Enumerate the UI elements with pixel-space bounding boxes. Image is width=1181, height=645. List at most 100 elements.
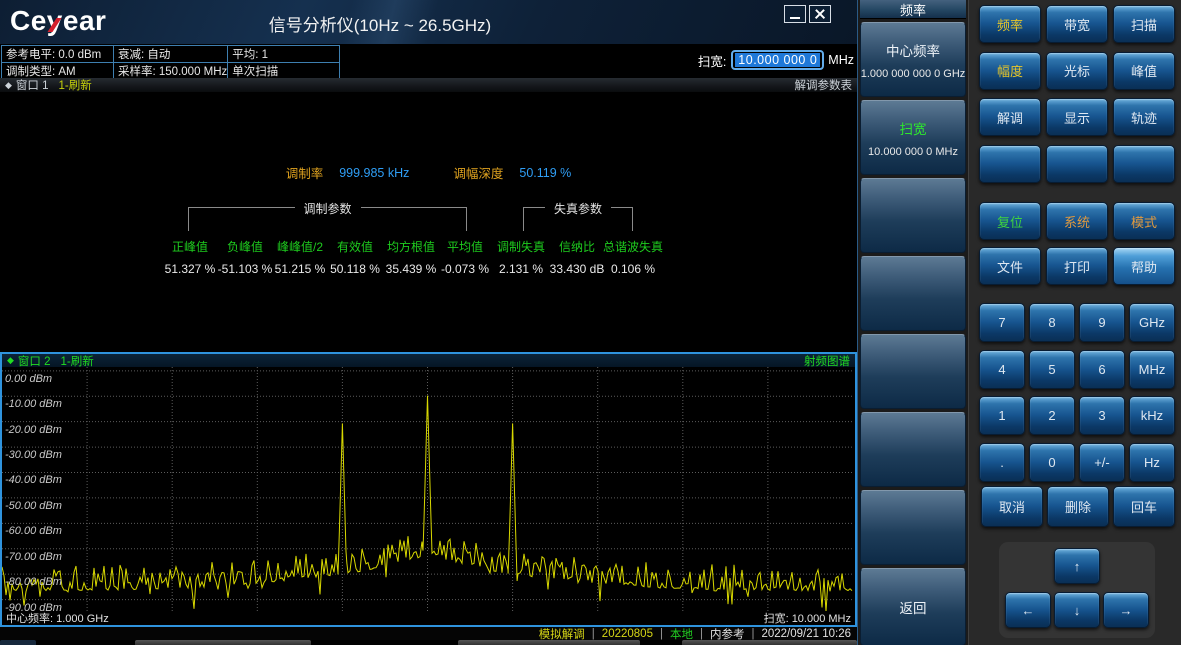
key-3[interactable]: 3: [1079, 396, 1125, 435]
softkey-menu: 频率 中心频率1.000 000 000 0 GHz扫宽10.000 000 0…: [857, 0, 968, 645]
key-取消[interactable]: 取消: [981, 486, 1043, 527]
key-光标[interactable]: 光标: [1046, 52, 1108, 90]
param-name: 有效值: [337, 238, 373, 255]
taskbar-item[interactable]: [0, 640, 36, 645]
window2-header[interactable]: ◆ 窗口 2 1-刷新 射频图谱: [2, 354, 855, 367]
key-1[interactable]: 1: [979, 396, 1025, 435]
titlebar: Ceyear 信号分析仪(10Hz ~ 26.5GHz): [0, 0, 857, 44]
span-readout: 扫宽: 10.000 MHz: [764, 610, 851, 626]
param-value: 33.430 dB: [550, 262, 605, 276]
softkey-label: 返回: [900, 597, 927, 617]
key-blank[interactable]: [1113, 145, 1175, 183]
key-回车[interactable]: 回车: [1113, 486, 1175, 527]
window-controls: [784, 5, 831, 23]
y-axis-tick-label: -80.00 dBm: [5, 576, 62, 588]
key-带宽[interactable]: 带宽: [1046, 5, 1108, 43]
key-频率[interactable]: 频率: [979, 5, 1041, 43]
span-entry: 扫宽: 10.000 000 0 MHz: [698, 49, 854, 71]
key-幅度[interactable]: 幅度: [979, 52, 1041, 90]
taskbar-item[interactable]: [458, 640, 640, 645]
key-blank[interactable]: [1046, 145, 1108, 183]
key-帮助[interactable]: 帮助: [1113, 247, 1175, 285]
settings-cell: 衰减: 自动: [114, 46, 228, 63]
param-name: 信纳比: [559, 238, 595, 255]
span-unit: MHz: [828, 53, 854, 67]
window2-diamond-icon: ◆: [7, 355, 14, 366]
span-input[interactable]: 10.000 000 0: [731, 50, 824, 70]
softkey-blank-6[interactable]: [860, 490, 966, 565]
key-9[interactable]: 9: [1079, 303, 1125, 342]
demod-readouts: 调制率 999.985 kHz 调幅深度 50.119 %: [0, 163, 857, 182]
key-6[interactable]: 6: [1079, 350, 1125, 389]
key-arrow-down[interactable]: ↓: [1054, 592, 1100, 628]
key-arrow-up[interactable]: ↑: [1054, 548, 1100, 584]
key-+/-[interactable]: +/-: [1079, 443, 1125, 482]
window1-header[interactable]: ◆ 窗口 1 1-刷新 解调参数表: [0, 78, 857, 92]
softkey-label: 中心频率: [886, 40, 940, 60]
softkey-menu-header: 频率: [860, 0, 966, 19]
key-打印[interactable]: 打印: [1046, 247, 1108, 285]
key-文件[interactable]: 文件: [979, 247, 1041, 285]
distortion-params-group-title: 失真参数: [545, 200, 611, 217]
key-kHz[interactable]: kHz: [1129, 396, 1175, 435]
key-峰值[interactable]: 峰值: [1113, 52, 1175, 90]
window1-title: 窗口 1: [16, 77, 49, 93]
key-轨迹[interactable]: 轨迹: [1113, 98, 1175, 136]
minimize-button[interactable]: [784, 5, 806, 23]
key-模式[interactable]: 模式: [1113, 202, 1175, 240]
key-系统[interactable]: 系统: [1046, 202, 1108, 240]
key-8[interactable]: 8: [1029, 303, 1075, 342]
softkey-back[interactable]: 返回: [860, 568, 966, 645]
front-panel-keys: ↑←↓→ 频率带宽扫描幅度光标峰值解调显示轨迹复位系统模式文件打印帮助 789GH…: [968, 0, 1181, 645]
y-axis-tick-label: -70.00 dBm: [5, 551, 62, 563]
softkey-blank-3[interactable]: [860, 256, 966, 331]
key-0[interactable]: 0: [1029, 443, 1075, 482]
key-MHz[interactable]: MHz: [1129, 350, 1175, 389]
key-arrow-left[interactable]: ←: [1005, 592, 1051, 628]
softkey-1[interactable]: 扫宽10.000 000 0 MHz: [860, 100, 966, 175]
key-删除[interactable]: 删除: [1047, 486, 1109, 527]
app-title: 信号分析仪(10Hz ~ 26.5GHz): [0, 11, 760, 36]
arrow-keypad: ↑←↓→: [999, 542, 1155, 638]
window1-corner-label: 解调参数表: [795, 77, 853, 93]
status-item: 2022/09/21 10:26: [761, 628, 851, 640]
key-GHz[interactable]: GHz: [1129, 303, 1175, 342]
close-button[interactable]: [809, 5, 831, 23]
param-name: 调制失真: [497, 238, 545, 255]
settings-cell: 单次扫描: [228, 63, 340, 80]
key-2[interactable]: 2: [1029, 396, 1075, 435]
taskbar-item[interactable]: [682, 640, 857, 645]
param-value: 0.106 %: [611, 262, 655, 276]
settings-table: 参考电平: 0.0 dBm衰减: 自动平均: 1调制类型: AM采样率: 150…: [1, 45, 340, 80]
minimize-icon: [790, 17, 800, 19]
softkey-blank-5[interactable]: [860, 412, 966, 487]
distortion-params-bracket: 失真参数: [523, 207, 633, 231]
softkey-blank-2[interactable]: [860, 178, 966, 253]
taskbar-item[interactable]: [135, 640, 311, 645]
param-value: 50.118 %: [330, 262, 380, 276]
key-.[interactable]: .: [979, 443, 1025, 482]
key-解调[interactable]: 解调: [979, 98, 1041, 136]
parameter-strip: 参考电平: 0.0 dBm衰减: 自动平均: 1调制类型: AM采样率: 150…: [0, 44, 857, 78]
param-name: 峰峰值/2: [277, 238, 323, 255]
key-复位[interactable]: 复位: [979, 202, 1041, 240]
am-depth-label: 调幅深度: [453, 163, 503, 182]
key-blank[interactable]: [979, 145, 1041, 183]
settings-row: 调制类型: AM采样率: 150.000 MHz单次扫描: [2, 63, 340, 80]
key-4[interactable]: 4: [979, 350, 1025, 389]
param-value: -0.073 %: [441, 262, 489, 276]
key-5[interactable]: 5: [1029, 350, 1075, 389]
window1-refresh-label: 1-刷新: [59, 77, 92, 93]
param-name: 正峰值: [172, 238, 208, 255]
key-Hz[interactable]: Hz: [1129, 443, 1175, 482]
key-扫描[interactable]: 扫描: [1113, 5, 1175, 43]
y-axis-tick-label: -60.00 dBm: [5, 525, 62, 537]
key-7[interactable]: 7: [979, 303, 1025, 342]
key-显示[interactable]: 显示: [1046, 98, 1108, 136]
settings-cell: 采样率: 150.000 MHz: [114, 63, 228, 80]
y-axis-tick-label: -10.00 dBm: [5, 398, 62, 410]
mod-rate-label: 调制率: [286, 163, 324, 182]
softkey-blank-4[interactable]: [860, 334, 966, 409]
key-arrow-right[interactable]: →: [1103, 592, 1149, 628]
softkey-0[interactable]: 中心频率1.000 000 000 0 GHz: [860, 22, 966, 97]
